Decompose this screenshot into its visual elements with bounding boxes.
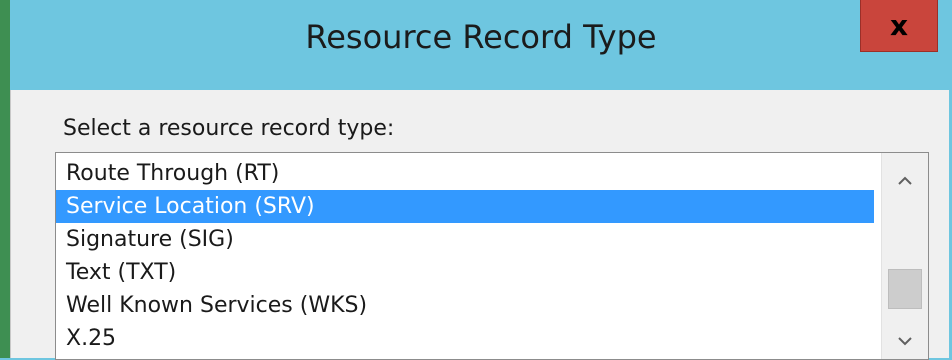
scroll-up-button[interactable]	[882, 163, 928, 199]
background-window-edge	[0, 0, 10, 358]
scroll-down-button[interactable]	[882, 323, 928, 359]
list-item[interactable]: Well Known Services (WKS)	[56, 289, 874, 322]
list-item[interactable]: Signature (SIG)	[56, 223, 874, 256]
scrollbar-thumb[interactable]	[888, 269, 922, 309]
list-item[interactable]: X.25	[56, 322, 874, 355]
chevron-up-icon	[898, 176, 912, 185]
record-type-listbox[interactable]: Route Through (RT) Service Location (SRV)…	[55, 152, 929, 360]
list-item[interactable]: Service Location (SRV)	[56, 190, 874, 223]
list-item[interactable]: Text (TXT)	[56, 256, 874, 289]
close-icon: x	[889, 9, 909, 42]
title-bar[interactable]: Resource Record Type x	[10, 0, 952, 90]
resource-record-type-dialog: Resource Record Type x Select a resource…	[10, 0, 952, 360]
dialog-body: Select a resource record type: Route Thr…	[10, 90, 949, 360]
chevron-down-icon	[898, 337, 912, 346]
dialog-title: Resource Record Type	[305, 18, 657, 56]
close-button[interactable]: x	[860, 0, 938, 52]
list-item[interactable]: Route Through (RT)	[56, 157, 874, 190]
record-type-list: Route Through (RT) Service Location (SRV)…	[56, 157, 874, 355]
vertical-scrollbar[interactable]	[881, 153, 928, 359]
record-type-prompt-label: Select a resource record type:	[63, 116, 395, 141]
